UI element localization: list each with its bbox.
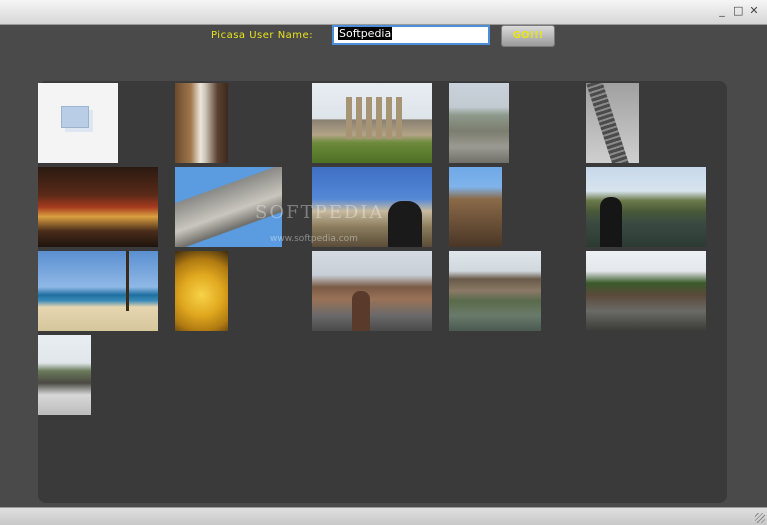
temple-columns [346, 97, 402, 139]
minimize-button[interactable]: _ [717, 4, 727, 18]
photo-thumbnail-cathedral[interactable] [449, 167, 502, 247]
photo-thumbnail-market-hall[interactable] [38, 167, 158, 247]
photo-thumbnail-alley[interactable] [175, 83, 228, 163]
palm-tree [126, 251, 129, 311]
watermark-url: www.softpedia.com [270, 234, 358, 244]
person-figure [600, 197, 622, 247]
window-controls: _ □ ✕ [717, 4, 759, 18]
photo-thumbnail-placeholder[interactable] [38, 83, 118, 163]
tower-shape [586, 83, 631, 163]
photo-thumbnail-temple[interactable] [312, 83, 432, 163]
watermark: SOFTPEDIA [255, 202, 385, 223]
photo-thumbnail-table-view[interactable] [38, 335, 91, 415]
go-button[interactable]: GO!!! [501, 25, 555, 47]
maximize-button[interactable]: □ [733, 4, 743, 18]
resize-grip-icon[interactable] [755, 513, 765, 523]
photo-thumbnail-canal-building[interactable] [449, 251, 541, 331]
person-figure [352, 291, 370, 331]
photo-thumbnail-amsterdam-canal[interactable] [586, 251, 706, 331]
photo-thumbnail-beach[interactable] [38, 251, 158, 331]
photo-thumbnail-city-aerial[interactable] [449, 83, 509, 163]
username-value: Softpedia [338, 27, 393, 40]
status-bar [0, 507, 767, 525]
photo-thumbnail-tower[interactable] [586, 83, 639, 163]
username-input[interactable]: Softpedia [332, 25, 490, 45]
photo-thumbnail-square-portrait[interactable] [312, 251, 432, 331]
title-bar: _ □ ✕ [0, 0, 767, 25]
person-figure [388, 201, 422, 247]
photo-thumbnail-lake-portrait[interactable] [586, 167, 706, 247]
username-label: Picasa User Name: [211, 30, 314, 41]
image-placeholder-icon [61, 106, 89, 128]
photo-gallery [38, 81, 727, 503]
close-button[interactable]: ✕ [749, 4, 759, 18]
toolbar: Picasa User Name: Softpedia GO!!! [0, 25, 767, 51]
photo-thumbnail-beer[interactable] [175, 251, 228, 331]
